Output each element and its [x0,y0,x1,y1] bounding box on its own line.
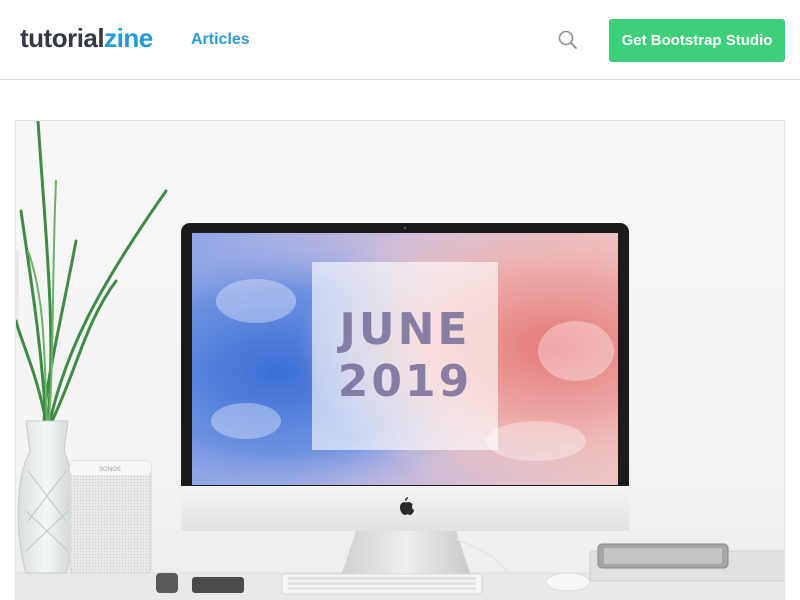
nav-link-articles[interactable]: Articles [191,30,250,50]
screen-year: 2019 [337,356,473,407]
search-icon [558,30,577,49]
imac-stand [341,531,471,576]
smartphone [192,577,244,593]
speaker-brand: SONOS [99,466,121,473]
screen-date-overlay: JUNE 2019 [312,262,498,450]
smart-watch [156,573,178,593]
hero-image: SONOS JUNE 2019 [15,120,785,600]
logo-text-tutorial: tutorial [20,23,105,53]
get-bootstrap-studio-button[interactable]: Get Bootstrap Studio [609,19,785,62]
mouse [545,572,591,592]
search-button[interactable] [556,28,580,52]
plant-leaves [16,121,168,423]
top-navbar: tutorialzine Articles Get Bootstrap Stud… [0,0,800,80]
site-logo[interactable]: tutorialzine [20,22,153,54]
screen-month: JUNE [339,304,471,355]
speaker [69,460,152,574]
logo-text-zine: zine [104,23,153,53]
